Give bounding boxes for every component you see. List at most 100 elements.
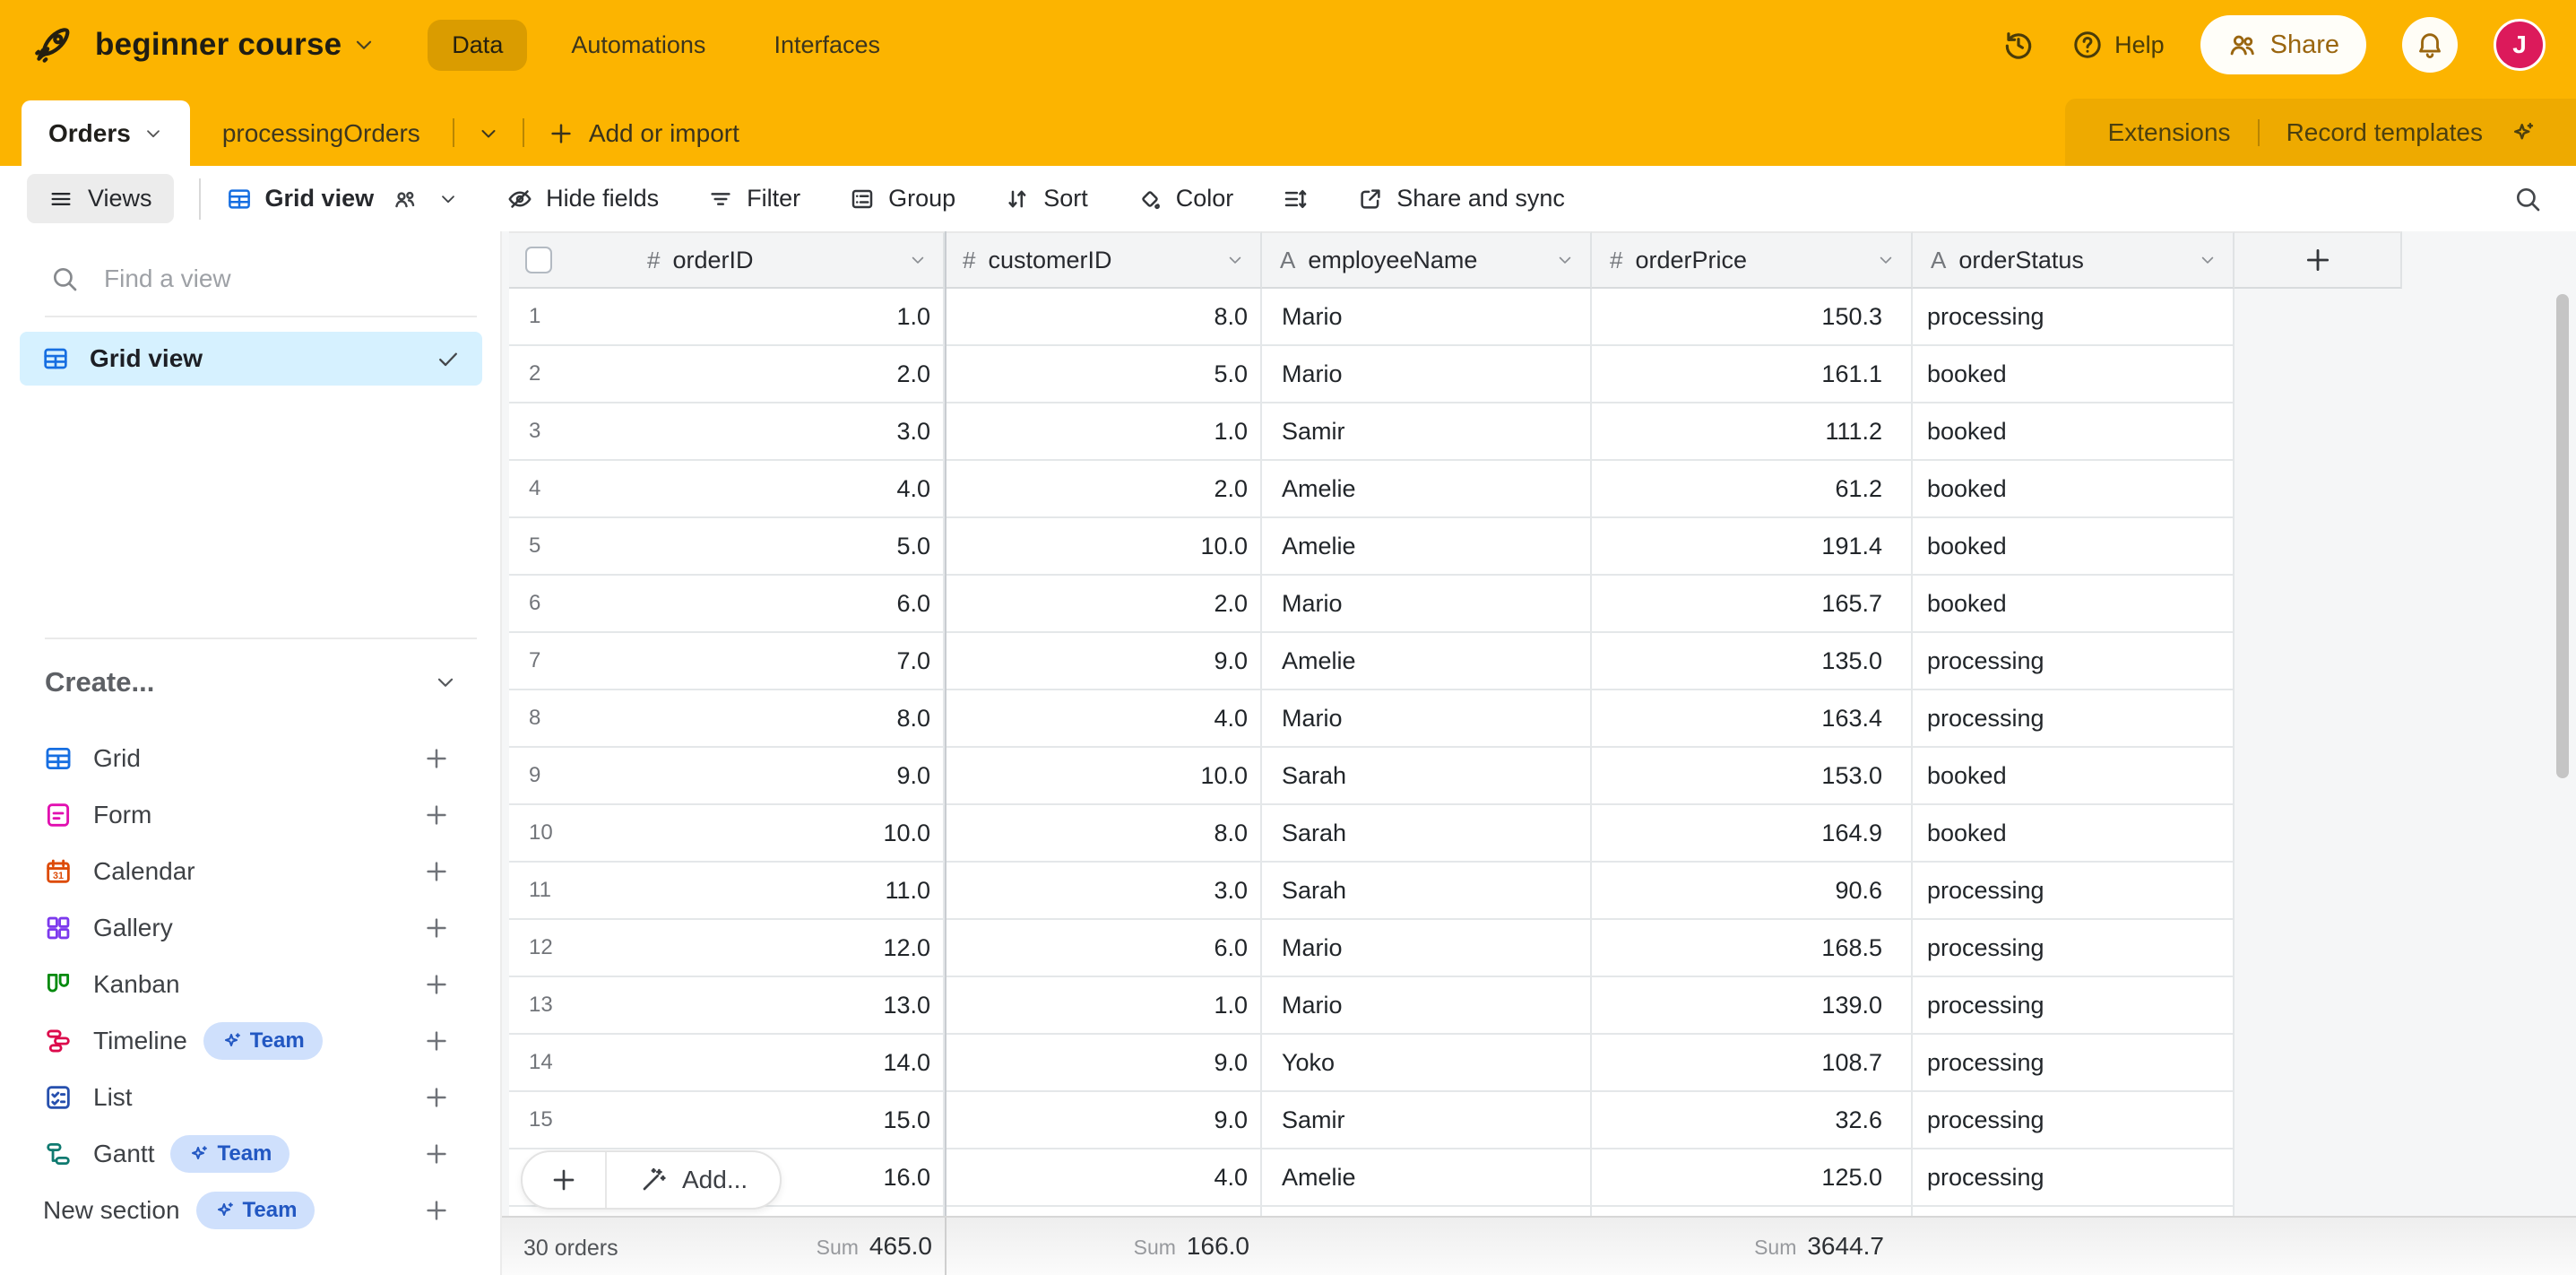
filter-button[interactable]: Filter <box>707 185 800 212</box>
cell-orderPrice[interactable]: 164.9 <box>1592 805 1913 863</box>
cell-orderID[interactable]: 1212.0 <box>509 920 945 977</box>
views-button[interactable]: Views <box>27 174 174 223</box>
cell-customerID[interactable]: 10.0 <box>945 748 1262 805</box>
current-view-button[interactable]: Grid view <box>226 185 459 212</box>
field-chevron-icon[interactable] <box>1226 251 1244 269</box>
create-item-timeline[interactable]: TimelineTeam <box>0 1012 502 1069</box>
add-row-button[interactable] <box>523 1166 605 1194</box>
cell-employeeName[interactable]: Amelie <box>1262 518 1592 576</box>
add-view-button[interactable] <box>423 745 450 772</box>
cell-customerID[interactable]: 1.0 <box>945 977 1262 1035</box>
add-view-button[interactable] <box>423 1028 450 1054</box>
create-item-gallery[interactable]: Gallery <box>0 899 502 956</box>
field-header-orderStatus[interactable]: AorderStatus <box>1913 231 2235 289</box>
cell-customerID[interactable]: 2.0 <box>945 576 1262 633</box>
cell-orderStatus[interactable]: processing <box>1913 1035 2235 1092</box>
nav-tab-interfaces[interactable]: Interfaces <box>749 20 904 71</box>
cell-orderID[interactable]: 99.0 <box>509 748 945 805</box>
chevron-down-icon[interactable] <box>434 671 457 694</box>
cell-orderStatus[interactable]: booked <box>1913 518 2235 576</box>
cell-employeeName[interactable]: Amelie <box>1262 461 1592 518</box>
cell-orderStatus[interactable]: processing <box>1913 1092 2235 1149</box>
cell-orderPrice[interactable]: 161.1 <box>1592 346 1913 403</box>
cell-orderPrice[interactable]: 32.6 <box>1592 1092 1913 1149</box>
cell-orderPrice[interactable]: 111.2 <box>1592 403 1913 461</box>
extensions-button[interactable]: Extensions <box>2108 118 2231 147</box>
cell-orderPrice[interactable]: 108.7 <box>1592 1035 1913 1092</box>
cell-employeeName[interactable]: Mario <box>1262 977 1592 1035</box>
find-view-input[interactable] <box>102 264 407 294</box>
add-view-button[interactable] <box>423 1084 450 1111</box>
find-view-search[interactable] <box>50 264 445 294</box>
cell-customerID[interactable]: 8.0 <box>945 289 1262 346</box>
cell-orderID[interactable]: 1010.0 <box>509 805 945 863</box>
cell-orderPrice[interactable]: 163.4 <box>1592 690 1913 748</box>
cell-orderPrice[interactable]: 168.5 <box>1592 920 1913 977</box>
cell-employeeName[interactable]: Amelie <box>1262 633 1592 690</box>
add-view-button[interactable] <box>423 858 450 885</box>
cell-employeeName[interactable]: Mario <box>1262 576 1592 633</box>
create-item-form[interactable]: Form <box>0 786 502 843</box>
record-templates-button[interactable]: Record templates <box>2286 118 2483 147</box>
cell-orderPrice[interactable]: 150.3 <box>1592 289 1913 346</box>
cell-orderID[interactable]: 88.0 <box>509 690 945 748</box>
view-chevron-icon[interactable] <box>438 189 458 209</box>
base-title-chevron-icon[interactable] <box>352 33 376 56</box>
notifications-button[interactable] <box>2402 17 2458 73</box>
add-view-button[interactable] <box>423 1141 450 1167</box>
cell-employeeName[interactable]: Mario <box>1262 346 1592 403</box>
create-item-calendar[interactable]: 31Calendar <box>0 843 502 899</box>
cell-orderID[interactable]: 33.0 <box>509 403 945 461</box>
cell-orderPrice[interactable]: 165.7 <box>1592 576 1913 633</box>
cell-orderStatus[interactable]: processing <box>1913 1149 2235 1207</box>
cell-orderID[interactable]: 11.0 <box>509 289 945 346</box>
cell-orderPrice[interactable]: 90.6 <box>1592 863 1913 920</box>
cell-orderID[interactable]: 1515.0 <box>509 1092 945 1149</box>
history-icon[interactable] <box>2001 28 2036 62</box>
add-or-import-button[interactable]: Add or import <box>548 119 739 148</box>
field-chevron-icon[interactable] <box>2199 251 2217 269</box>
cell-orderStatus[interactable]: processing <box>1913 977 2235 1035</box>
select-all-checkbox[interactable] <box>525 247 552 273</box>
field-chevron-icon[interactable] <box>1556 251 1574 269</box>
cell-orderID[interactable]: 1313.0 <box>509 977 945 1035</box>
avatar[interactable]: J <box>2494 19 2546 71</box>
cell-orderStatus[interactable]: booked <box>1913 403 2235 461</box>
add-field-button[interactable] <box>2235 231 2402 289</box>
cell-orderPrice[interactable]: 135.0 <box>1592 633 1913 690</box>
row-height-button[interactable] <box>1282 186 1309 212</box>
field-header-orderPrice[interactable]: #orderPrice <box>1592 231 1913 289</box>
cell-customerID[interactable]: 3.0 <box>945 863 1262 920</box>
add-view-button[interactable] <box>423 802 450 828</box>
cell-orderStatus[interactable]: processing <box>1913 633 2235 690</box>
cell-employeeName[interactable]: Mario <box>1262 920 1592 977</box>
share-button[interactable]: Share <box>2200 15 2366 74</box>
share-and-sync-button[interactable]: Share and sync <box>1357 185 1565 212</box>
cell-orderID[interactable]: 1111.0 <box>509 863 945 920</box>
create-item-list[interactable]: List <box>0 1069 502 1125</box>
add-view-button[interactable] <box>423 1197 450 1224</box>
cell-orderStatus[interactable]: booked <box>1913 748 2235 805</box>
cell-employeeName[interactable]: Yoko <box>1262 1035 1592 1092</box>
cell-orderStatus[interactable]: booked <box>1913 576 2235 633</box>
cell-employeeName[interactable]: Samir <box>1262 403 1592 461</box>
sort-button[interactable]: Sort <box>1004 185 1088 212</box>
cell-orderPrice[interactable]: 139.0 <box>1592 977 1913 1035</box>
cell-customerID[interactable]: 9.0 <box>945 1035 1262 1092</box>
cell-orderStatus[interactable]: processing <box>1913 863 2235 920</box>
cell-orderStatus[interactable]: booked <box>1913 805 2235 863</box>
cell-customerID[interactable]: 9.0 <box>945 633 1262 690</box>
cell-employeeName[interactable]: Sarah <box>1262 805 1592 863</box>
create-item-kanban[interactable]: Kanban <box>0 956 502 1012</box>
cell-orderStatus[interactable]: booked <box>1913 346 2235 403</box>
cell-orderPrice[interactable]: 61.2 <box>1592 461 1913 518</box>
cell-customerID[interactable]: 4.0 <box>945 690 1262 748</box>
cell-customerID[interactable]: 8.0 <box>945 805 1262 863</box>
vertical-scrollbar[interactable] <box>2556 294 2569 778</box>
cell-orderID[interactable]: 1414.0 <box>509 1035 945 1092</box>
tab-processing-orders[interactable]: processingOrders <box>190 100 453 166</box>
create-item-new-section[interactable]: New sectionTeam <box>0 1182 502 1238</box>
nav-tab-automations[interactable]: Automations <box>547 20 730 71</box>
cell-customerID[interactable]: 4.0 <box>945 1149 1262 1207</box>
cell-employeeName[interactable]: Samir <box>1262 1092 1592 1149</box>
